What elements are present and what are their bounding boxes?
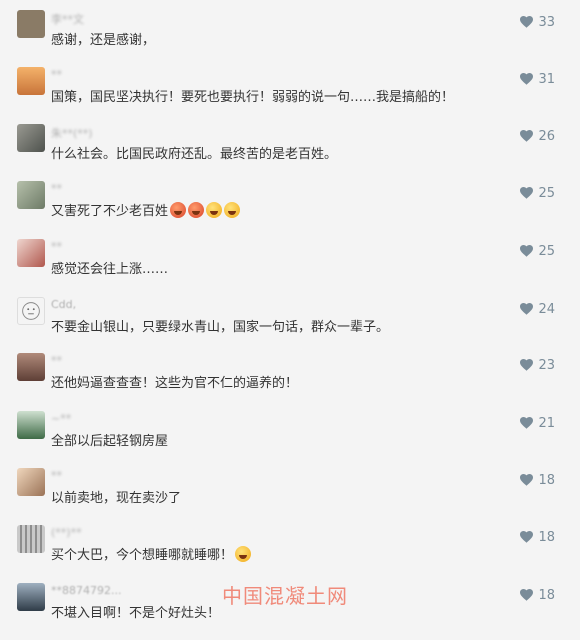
like-button[interactable]: 31 bbox=[520, 71, 555, 87]
comment-nickname[interactable]: ~** bbox=[51, 412, 71, 426]
comment-text: 感觉还会往上涨…… bbox=[51, 262, 169, 277]
heart-icon bbox=[520, 589, 534, 601]
like-button[interactable]: 21 bbox=[520, 415, 555, 431]
heart-icon bbox=[520, 474, 534, 486]
like-count: 18 bbox=[538, 472, 555, 488]
comment-text: 又害死了不少老百姓 bbox=[51, 200, 241, 219]
comment-item: (**)** 买个大巴，今个想睡哪就睡哪！ 18 bbox=[0, 525, 580, 582]
comment-nickname[interactable]: Cdd, bbox=[51, 298, 76, 312]
heart-icon bbox=[520, 531, 534, 543]
like-count: 26 bbox=[538, 128, 555, 144]
comment-text-content: 买个大巴，今个想睡哪就睡哪！ bbox=[51, 548, 234, 563]
like-button[interactable]: 18 bbox=[520, 529, 555, 545]
like-count: 33 bbox=[538, 14, 555, 30]
avatar[interactable] bbox=[17, 67, 45, 95]
angry-emoji-icon bbox=[188, 202, 205, 218]
comment-nickname[interactable]: **8874792... bbox=[51, 584, 121, 598]
comment-nickname[interactable]: ** bbox=[51, 182, 62, 196]
avatar[interactable] bbox=[17, 181, 45, 209]
comment-nickname[interactable]: ** bbox=[51, 354, 62, 368]
face-sketch-icon bbox=[22, 302, 40, 320]
comment-item: ** 以前卖地，现在卖沙了 18 bbox=[0, 468, 580, 525]
comment-text: 还他妈逼查查查！这些为官不仁的逼养的！ bbox=[51, 376, 299, 391]
avatar[interactable] bbox=[17, 124, 45, 152]
like-button[interactable]: 25 bbox=[520, 185, 555, 201]
heart-icon bbox=[520, 303, 534, 315]
like-button[interactable]: 18 bbox=[520, 472, 555, 488]
heart-icon bbox=[520, 417, 534, 429]
like-count: 24 bbox=[538, 301, 555, 317]
heart-icon bbox=[520, 187, 534, 199]
heart-icon bbox=[520, 245, 534, 257]
avatar[interactable] bbox=[17, 525, 45, 553]
laugh-emoji-icon bbox=[224, 202, 241, 218]
comment-item: ** 又害死了不少老百姓 25 bbox=[0, 181, 580, 238]
like-button[interactable]: 25 bbox=[520, 243, 555, 259]
watermark: 中国混凝土网 bbox=[222, 584, 348, 608]
like-count: 18 bbox=[538, 587, 555, 603]
avatar[interactable] bbox=[17, 10, 45, 38]
angry-emoji-icon bbox=[170, 202, 187, 218]
avatar[interactable] bbox=[17, 239, 45, 267]
avatar[interactable] bbox=[17, 411, 45, 439]
comment-item: 李**文 感谢，还是感谢， 33 bbox=[0, 10, 580, 67]
laugh-emoji-icon bbox=[206, 202, 223, 218]
like-count: 25 bbox=[538, 243, 555, 259]
comment-item: Cdd, 不要金山银山，只要绿水青山，国家一句话，群众一辈子。 24 bbox=[0, 297, 580, 354]
comment-text: 以前卖地，现在卖沙了 bbox=[51, 491, 182, 506]
heart-icon bbox=[520, 16, 534, 28]
avatar[interactable] bbox=[17, 583, 45, 611]
comment-item: 朱**(**) 什么社会。比国民政府还乱。最终苦的是老百姓。 26 bbox=[0, 124, 580, 181]
comment-item: ** 还他妈逼查查查！这些为官不仁的逼养的！ 23 bbox=[0, 353, 580, 410]
comment-text: 国策，国民坚决执行！要死也要执行！弱弱的说一句……我是搞船的！ bbox=[51, 90, 455, 105]
avatar[interactable] bbox=[17, 353, 45, 381]
heart-icon bbox=[520, 73, 534, 85]
comment-nickname[interactable]: (**)** bbox=[51, 526, 82, 540]
like-button[interactable]: 18 bbox=[520, 587, 555, 603]
like-button[interactable]: 23 bbox=[520, 357, 555, 373]
comment-nickname[interactable]: 朱**(**) bbox=[51, 125, 93, 140]
comment-text: 全部以后起轻钢房屋 bbox=[51, 434, 169, 449]
laugh-emoji-icon bbox=[235, 546, 252, 562]
comment-item: ** 感觉还会往上涨…… 25 bbox=[0, 239, 580, 296]
like-count: 18 bbox=[538, 529, 555, 545]
heart-icon bbox=[520, 130, 534, 142]
avatar[interactable] bbox=[17, 297, 45, 325]
comment-text: 感谢，还是感谢， bbox=[51, 33, 156, 48]
comment-text: 买个大巴，今个想睡哪就睡哪！ bbox=[51, 544, 252, 563]
like-count: 21 bbox=[538, 415, 555, 431]
comment-nickname[interactable]: ** bbox=[51, 240, 62, 254]
avatar[interactable] bbox=[17, 468, 45, 496]
comment-text: 什么社会。比国民政府还乱。最终苦的是老百姓。 bbox=[51, 147, 338, 162]
comment-nickname[interactable]: 李**文 bbox=[51, 11, 84, 26]
comment-nickname[interactable]: ** bbox=[51, 68, 62, 82]
like-count: 25 bbox=[538, 185, 555, 201]
comment-text: 不堪入目啊！不是个好灶头！ bbox=[51, 606, 221, 621]
comment-item: ** 国策，国民坚决执行！要死也要执行！弱弱的说一句……我是搞船的！ 31 bbox=[0, 67, 580, 124]
comment-item: ~** 全部以后起轻钢房屋 21 bbox=[0, 411, 580, 468]
comment-text-content: 又害死了不少老百姓 bbox=[51, 204, 169, 219]
like-button[interactable]: 24 bbox=[520, 301, 555, 317]
like-button[interactable]: 33 bbox=[520, 14, 555, 30]
heart-icon bbox=[520, 359, 534, 371]
comment-nickname[interactable]: ** bbox=[51, 469, 62, 483]
like-count: 31 bbox=[538, 71, 555, 87]
like-count: 23 bbox=[538, 357, 555, 373]
comment-text: 不要金山银山，只要绿水青山，国家一句话，群众一辈子。 bbox=[51, 320, 390, 335]
like-button[interactable]: 26 bbox=[520, 128, 555, 144]
